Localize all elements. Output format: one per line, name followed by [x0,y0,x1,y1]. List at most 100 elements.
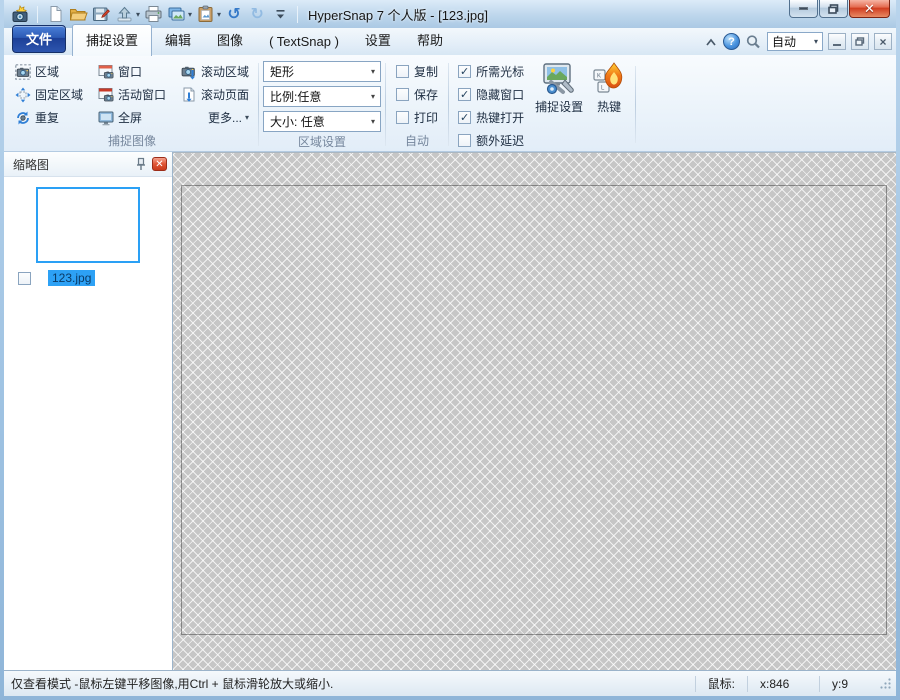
close-icon: × [879,36,886,48]
main-content: 缩略图 ✕ 123.jpg [4,152,896,670]
child-restore-button[interactable] [851,33,869,50]
redo-icon[interactable]: ↻ [247,3,267,25]
child-close-button[interactable]: × [874,33,892,50]
tabrow-right-controls: ? 自动 ▾ × [704,32,892,51]
mouse-y-value: y:9 [819,676,877,692]
save-icon[interactable] [91,3,111,25]
status-bar: 仅查看模式 -鼠标左键平移图像,用Ctrl + 鼠标滑轮放大或缩小. 鼠标: x… [4,670,896,696]
group-label-auto: 自动 [390,134,444,151]
collapse-ribbon-icon[interactable] [704,37,718,47]
scroll-region-icon [181,64,197,80]
include-cursor-checkbox[interactable]: 所需光标 [458,60,524,83]
capture-upload-icon[interactable] [114,3,134,25]
capture-fullscreen-button[interactable]: 全屏 [93,106,171,129]
undo-icon[interactable]: ↺ [224,3,244,25]
fixed-region-arrows-icon [15,87,31,103]
app-window: ▾ ▾ ▾ ↺ ↻ HyperSnap 7 个人版 - [123.jpg] [0,0,900,700]
capture-settings-icon [541,62,577,96]
quick-access-toolbar: ▾ ▾ ▾ ↺ ↻ [10,3,302,25]
magnifier-icon[interactable] [745,34,762,50]
tab-help[interactable]: 帮助 [404,25,456,55]
thumbnail-panel-header: 缩略图 ✕ [4,152,172,177]
open-folder-icon[interactable] [68,3,88,25]
tab-edit[interactable]: 编辑 [152,25,204,55]
auto-copy-checkbox[interactable]: 复制 [396,60,438,83]
ribbon: 区域 固定区域 重复 窗口 [4,55,896,152]
checkbox-checked-icon [458,111,471,124]
thumbnail-image[interactable] [36,187,140,263]
thumbnail-panel-title: 缩略图 [13,156,135,173]
opened-image[interactable] [182,186,886,634]
window-capture-icon[interactable] [166,3,186,25]
flash-burst [16,6,26,12]
maximize-button[interactable] [819,0,848,18]
tab-settings[interactable]: 设置 [352,25,404,55]
chevron-down-icon: ▾ [245,113,249,122]
size-select[interactable]: 大小: 任意▾ [263,111,381,132]
close-button[interactable]: ✕ [849,0,890,18]
capture-settings-button[interactable]: 捕捉设置 [531,58,587,132]
hotkey-flame-icon: K L [592,62,626,96]
thumbnail-item[interactable]: 123.jpg [36,187,140,286]
capture-scroll-region-button[interactable]: 滚动区域 [176,60,254,83]
capture-scroll-page-button[interactable]: 滚动页面 [176,83,254,106]
group-auto: 复制 保存 打印 自动 [388,58,446,151]
chevron-down-icon: ▾ [814,37,818,46]
close-icon: ✕ [864,1,875,17]
capture-more-button[interactable]: 更多... ▾ [176,106,254,129]
help-icon[interactable]: ? [723,33,740,50]
checkbox-icon [396,111,409,124]
thumbnail-checkbox[interactable] [18,272,31,285]
hotkey-open-checkbox[interactable]: 热键打开 [458,106,524,129]
menu-tab-bar: 文件 捕捉设置 编辑 图像 ( TextSnap ) 设置 帮助 ? 自动 ▾ … [4,28,896,55]
app-icon[interactable] [10,3,30,25]
checkbox-icon [396,88,409,101]
tab-image[interactable]: 图像 [204,25,256,55]
restore-icon [855,37,865,46]
checkbox-icon [458,134,471,147]
capture-window-button[interactable]: 窗口 [93,60,171,83]
tab-textsnap[interactable]: ( TextSnap ) [256,29,352,55]
chevron-down-icon: ▾ [371,92,375,101]
image-canvas[interactable] [173,152,896,670]
capture-active-window-button[interactable]: 活动窗口 [93,83,171,106]
fullscreen-icon [98,110,114,126]
group-region-settings: 矩形▾ 比例:任意▾ 大小: 任意▾ 区域设置 [261,58,383,151]
checkbox-checked-icon [458,88,471,101]
window-capture-dropdown-arrow[interactable]: ▾ [188,10,192,19]
new-file-icon[interactable] [45,3,65,25]
clipboard-icon[interactable] [195,3,215,25]
group-capture-image: 区域 固定区域 重复 窗口 [8,58,256,151]
checkbox-icon [396,65,409,78]
extra-delay-checkbox[interactable]: 额外延迟 [458,129,524,152]
pin-icon[interactable] [135,157,147,171]
panel-close-button[interactable]: ✕ [152,157,167,171]
chevron-down-icon: ▾ [371,117,375,126]
zoom-mode-select[interactable]: 自动 ▾ [767,32,823,51]
hide-window-checkbox[interactable]: 隐藏窗口 [458,83,524,106]
thumbnail-filename[interactable]: 123.jpg [48,270,95,286]
tab-capture-settings[interactable]: 捕捉设置 [72,24,152,56]
auto-print-checkbox[interactable]: 打印 [396,106,438,129]
mouse-label: 鼠标: [695,676,747,692]
ratio-select[interactable]: 比例:任意▾ [263,86,381,107]
capture-fixed-region-button[interactable]: 固定区域 [10,83,88,106]
capture-dropdown-arrow[interactable]: ▾ [136,10,140,19]
auto-save-checkbox[interactable]: 保存 [396,83,438,106]
file-menu-button[interactable]: 文件 [12,25,66,53]
minimize-icon [799,7,808,10]
minimize-icon [833,44,841,46]
capture-repeat-button[interactable]: 重复 [10,106,88,129]
print-icon[interactable] [143,3,163,25]
zoom-mode-value: 自动 [772,33,796,50]
hotkey-button[interactable]: K L 热键 [587,58,631,132]
child-minimize-button[interactable] [828,33,846,50]
clipboard-dropdown-arrow[interactable]: ▾ [217,10,221,19]
capture-region-button[interactable]: 区域 [10,60,88,83]
minimize-button[interactable] [789,0,818,18]
mouse-x-value: x:846 [747,676,819,692]
qat-customize-icon[interactable] [270,3,290,25]
shape-select[interactable]: 矩形▾ [263,61,381,82]
resize-grip[interactable] [879,677,892,690]
window-controls: ✕ [788,0,890,18]
